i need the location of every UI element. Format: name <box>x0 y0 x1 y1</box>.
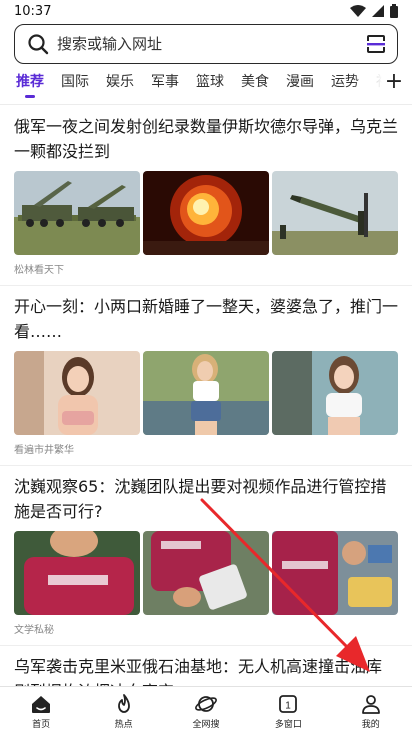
search-bar[interactable] <box>14 24 398 64</box>
tab-recommend[interactable]: 推荐 <box>16 70 44 104</box>
article-source: 看遍市井繁华 <box>14 445 74 456</box>
nav-windows[interactable]: 1 多窗口 <box>258 693 318 730</box>
article-source: 文学私秘 <box>14 625 54 636</box>
article-title[interactable]: 开心一刻：小两口新婚睡了一整天，婆婆急了，推门一看…… <box>14 294 398 344</box>
nav-label: 多窗口 <box>274 720 302 730</box>
window-count-icon: 1 <box>279 695 298 713</box>
bottom-nav: 首页 热点 全网搜 1 多窗口 我的 <box>0 686 412 732</box>
scan-icon[interactable] <box>365 33 387 55</box>
missile-image[interactable] <box>272 171 398 255</box>
article-source: 松林看天下 <box>14 265 64 276</box>
tab-military[interactable]: 军事 <box>151 70 179 104</box>
missile-launcher-image[interactable] <box>14 171 140 255</box>
article-thumbnails <box>14 531 398 615</box>
woman-photo-2[interactable] <box>143 351 269 435</box>
tab-food[interactable]: 美食 <box>241 70 269 104</box>
nav-label: 我的 <box>361 720 380 730</box>
woman-photo-1[interactable] <box>14 351 140 435</box>
window-count: 1 <box>286 701 292 712</box>
status-time: 10:37 <box>14 3 52 19</box>
passion-shirt-photo-2[interactable] <box>143 531 269 615</box>
news-feed: 俄军一夜之间发射创纪录数量伊斯坎德尔导弹，乌克兰一颗都没拦到 松林看天下 开心一… <box>0 106 412 686</box>
news-article[interactable]: 俄军一夜之间发射创纪录数量伊斯坎德尔导弹，乌克兰一颗都没拦到 松林看天下 <box>0 106 412 286</box>
status-icons <box>350 4 398 18</box>
battery-icon <box>390 4 398 18</box>
article-thumbnails <box>14 351 398 435</box>
nav-search-all[interactable]: 全网搜 <box>176 693 236 730</box>
status-bar: 10:37 <box>0 0 412 22</box>
news-article[interactable]: 沈巍观察65：沈巍团队提出要对视频作品进行管控措施是否可行? 文学私秘 <box>0 466 412 646</box>
article-title[interactable]: 沈巍观察65：沈巍团队提出要对视频作品进行管控措施是否可行? <box>14 474 398 524</box>
search-icon <box>28 34 49 55</box>
category-tabs: 推荐 国际 娱乐 军事 篮球 美食 漫画 运势 社 <box>0 70 412 104</box>
tab-comics[interactable]: 漫画 <box>286 70 314 104</box>
wifi-icon <box>350 5 366 17</box>
woman-photo-3[interactable] <box>272 351 398 435</box>
profile-icon <box>361 695 380 714</box>
nav-home[interactable]: 首页 <box>11 693 71 730</box>
nav-hot[interactable]: 热点 <box>94 693 154 730</box>
nav-label: 全网搜 <box>192 720 220 730</box>
nav-label: 首页 <box>32 720 51 730</box>
tab-fade <box>352 70 382 104</box>
tabs-divider <box>0 104 412 105</box>
news-article[interactable]: 乌军袭击克里米亚俄石油基地：无人机高速撞击油库 剧烈爆炸浓烟冲向高空 <box>0 646 412 686</box>
article-thumbnails <box>14 171 398 255</box>
planet-icon <box>195 696 217 712</box>
passion-shirt-photo-1[interactable] <box>14 531 140 615</box>
home-icon <box>32 696 51 713</box>
explosion-image[interactable] <box>143 171 269 255</box>
search-input[interactable] <box>57 35 365 53</box>
tab-basketball[interactable]: 篮球 <box>196 70 224 104</box>
passion-shirt-photo-3[interactable] <box>272 531 398 615</box>
news-article[interactable]: 开心一刻：小两口新婚睡了一整天，婆婆急了，推门一看…… 看遍市井繁华 <box>0 286 412 466</box>
tab-international[interactable]: 国际 <box>61 70 89 104</box>
add-tab-button[interactable]: + <box>382 70 406 96</box>
nav-profile[interactable]: 我的 <box>341 693 401 730</box>
nav-label: 热点 <box>114 720 133 730</box>
article-title[interactable]: 俄军一夜之间发射创纪录数量伊斯坎德尔导弹，乌克兰一颗都没拦到 <box>14 114 398 164</box>
article-title[interactable]: 乌军袭击克里米亚俄石油基地：无人机高速撞击油库 剧烈爆炸浓烟冲向高空 <box>14 654 398 686</box>
tab-entertainment[interactable]: 娱乐 <box>106 70 134 104</box>
flame-icon <box>117 694 130 713</box>
signal-icon <box>372 5 384 17</box>
